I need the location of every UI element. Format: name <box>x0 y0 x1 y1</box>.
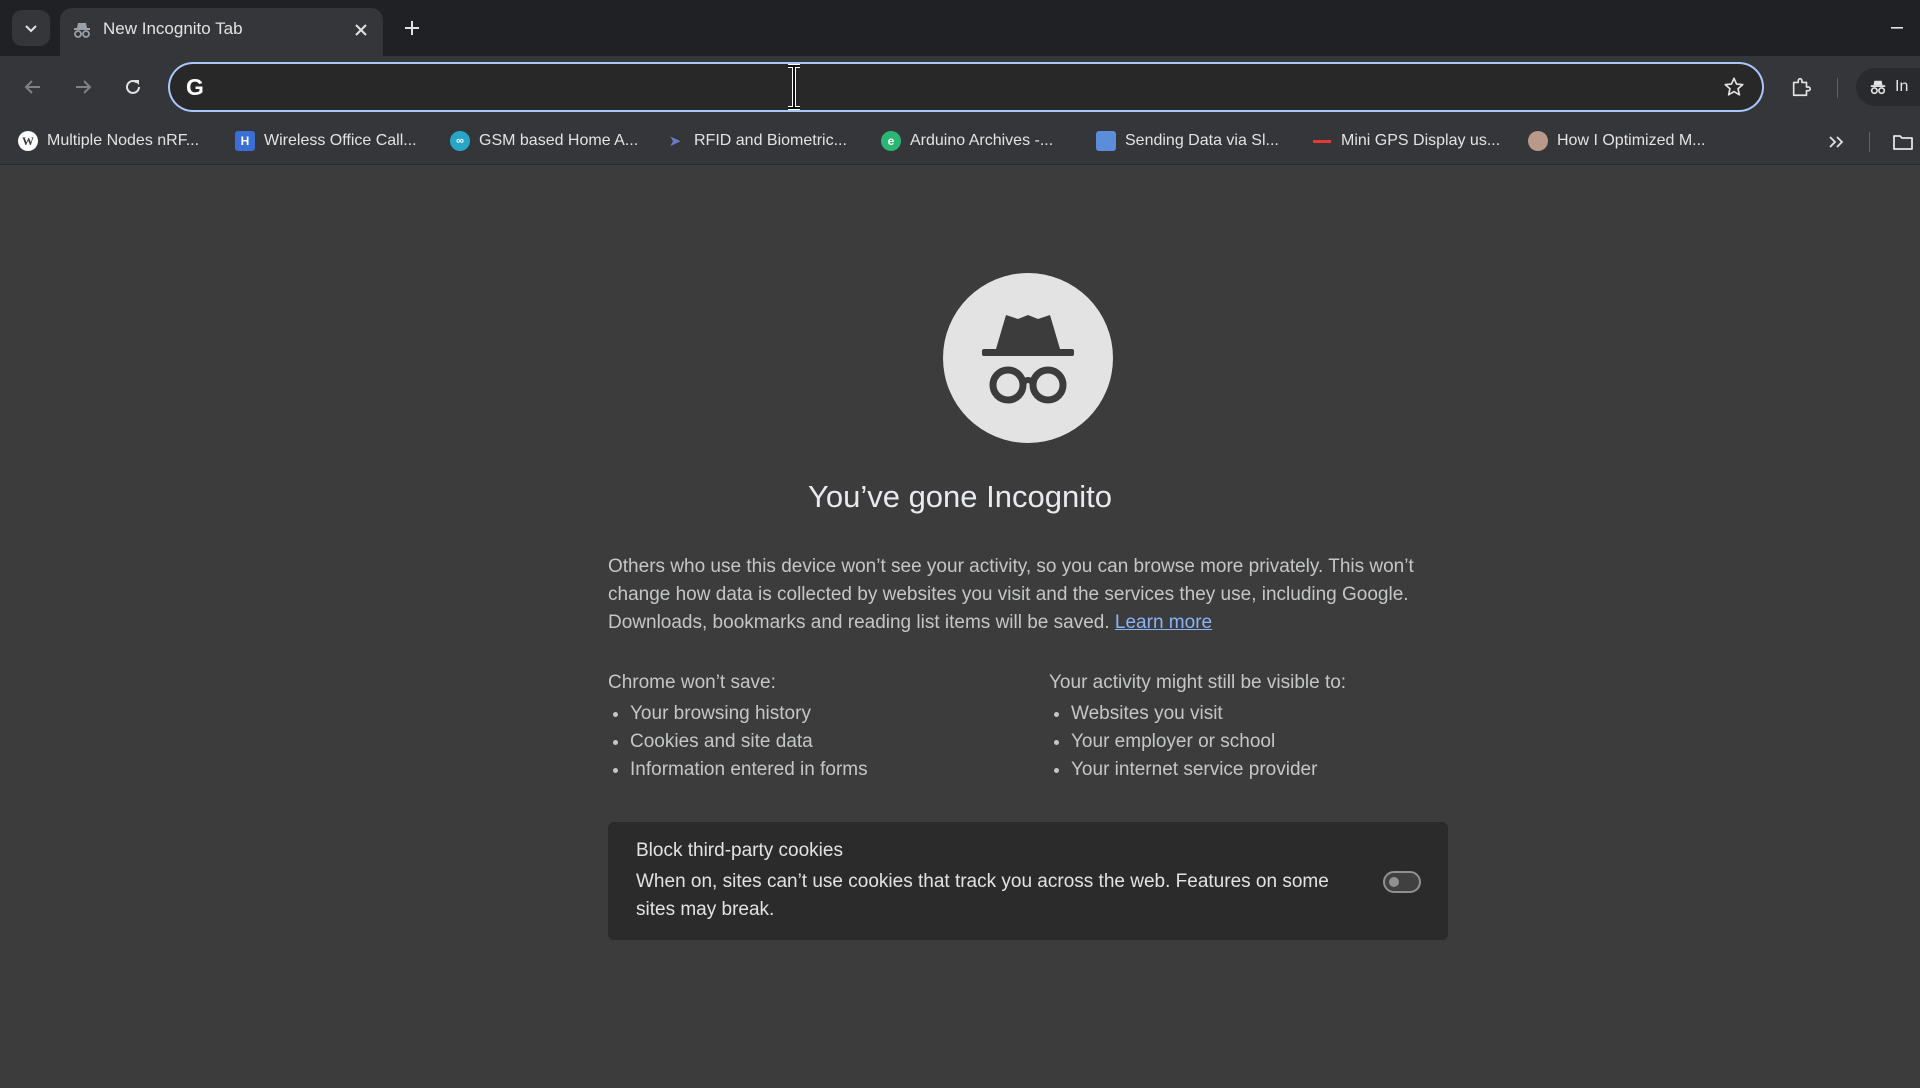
bookmark-star-button[interactable] <box>1720 73 1748 101</box>
bookmark-item[interactable]: Sending Data via Sl... <box>1096 128 1279 154</box>
cookies-title: Block third-party cookies <box>636 840 843 861</box>
chevron-down-icon <box>25 25 37 33</box>
bookmark-item[interactable]: e Arduino Archives -... <box>881 128 1053 154</box>
bookmark-label: RFID and Biometric... <box>694 132 847 149</box>
list-item: Your employer or school <box>1071 728 1479 756</box>
list-item: Your internet service provider <box>1071 756 1479 784</box>
tab-search-button[interactable] <box>12 10 50 46</box>
incognito-logo <box>943 273 1113 443</box>
incognito-icon <box>74 23 90 38</box>
arrow-left-icon <box>24 80 40 94</box>
double-chevron-right-icon <box>1829 136 1844 148</box>
section-title: Chrome won’t save: <box>608 672 776 693</box>
star-icon <box>1724 77 1744 96</box>
arrow-site-icon: ➤ <box>668 133 682 150</box>
minimize-icon <box>1891 27 1903 29</box>
bookmark-item[interactable]: ∞ GSM based Home A... <box>450 128 638 154</box>
address-bar[interactable]: G <box>170 64 1762 110</box>
cookies-description: When on, sites can’t use cookies that tr… <box>636 871 1329 920</box>
bookmark-label: Multiple Nodes nRF... <box>47 132 200 149</box>
list-item: Websites you visit <box>1071 700 1479 728</box>
reload-button[interactable] <box>116 70 150 104</box>
red-dash-site-icon <box>1312 131 1332 151</box>
bookmark-label: Wireless Office Call... <box>264 132 417 149</box>
new-tab-button[interactable] <box>398 14 426 42</box>
list-item: Your browsing history <box>630 700 1038 728</box>
bookmark-label: Mini GPS Display us... <box>1341 132 1501 149</box>
bookmark-item[interactable]: H Wireless Office Call... <box>235 128 417 154</box>
close-icon <box>355 24 367 36</box>
bookmark-label: Arduino Archives -... <box>910 132 1054 149</box>
visible-to-list: Websites you visit Your employer or scho… <box>1049 700 1479 784</box>
incognito-profile-button[interactable]: In <box>1856 68 1920 106</box>
activity-visible-section: Your activity might still be visible to:… <box>1049 672 1479 784</box>
list-item: Information entered in forms <box>630 756 1038 784</box>
incognito-description: Others who use this device won’t see you… <box>608 553 1448 637</box>
image-site-icon <box>1096 131 1116 151</box>
more-bookmarks-button[interactable] <box>1822 130 1850 154</box>
wont-save-list: Your browsing history Cookies and site d… <box>608 700 1038 784</box>
toolbar: G In <box>0 56 1920 118</box>
chrome-wont-save-section: Chrome won’t save: Your browsing history… <box>608 672 1038 784</box>
bookmark-label: Sending Data via Sl... <box>1125 132 1279 149</box>
wordpress-icon: W <box>18 131 38 151</box>
folder-icon <box>1893 135 1913 150</box>
avatar-site-icon <box>1528 131 1548 151</box>
tab-title: New Incognito Tab <box>103 19 243 38</box>
google-icon: G <box>186 73 204 100</box>
close-tab-button[interactable] <box>349 18 373 42</box>
list-item: Cookies and site data <box>630 728 1038 756</box>
incognito-page: You’ve gone Incognito Others who use thi… <box>0 165 1920 1088</box>
infinity-site-icon: ∞ <box>450 131 470 151</box>
incognito-icon <box>982 315 1074 404</box>
e-site-icon: e <box>881 131 901 151</box>
minimize-window-button[interactable] <box>1874 8 1920 48</box>
puzzle-icon <box>1792 77 1811 97</box>
third-party-cookies-card: Block third-party cookies When on, sites… <box>608 822 1448 940</box>
arrow-right-icon <box>76 80 92 94</box>
bookmark-label: GSM based Home A... <box>479 132 639 149</box>
bookmark-label: How I Optimized M... <box>1557 132 1706 149</box>
bookmark-item[interactable]: W Multiple Nodes nRF... <box>18 128 199 154</box>
reload-icon <box>126 79 140 94</box>
toggle-knob <box>1389 877 1399 887</box>
extensions-button[interactable] <box>1784 70 1818 104</box>
all-bookmarks-button[interactable] <box>1889 130 1917 154</box>
bookmarks-bar: W Multiple Nodes nRF... H Wireless Offic… <box>0 118 1920 165</box>
incognito-icon <box>1870 80 1886 95</box>
toolbar-divider <box>1837 78 1838 98</box>
tab-new-incognito[interactable]: New Incognito Tab <box>60 8 383 56</box>
profile-label: In <box>1895 78 1909 95</box>
bookmark-item[interactable]: Mini GPS Display us... <box>1312 128 1500 154</box>
page-title: You’ve gone Incognito <box>808 479 1112 514</box>
bookmarks-divider <box>1869 132 1870 152</box>
bookmark-item[interactable]: ➤ RFID and Biometric... <box>665 128 847 154</box>
intro-text: Others who use this device won’t see you… <box>608 556 1414 633</box>
plus-icon <box>405 21 419 35</box>
forward-button[interactable] <box>66 70 100 104</box>
learn-more-link[interactable]: Learn more <box>1115 612 1212 633</box>
text-cursor-icon <box>788 64 800 110</box>
back-button[interactable] <box>16 70 50 104</box>
bookmark-item[interactable]: How I Optimized M... <box>1528 128 1705 154</box>
tab-strip: New Incognito Tab <box>0 0 1920 56</box>
section-title: Your activity might still be visible to: <box>1049 672 1347 693</box>
omnibox-input[interactable] <box>218 70 1702 106</box>
block-cookies-toggle[interactable] <box>1383 871 1421 893</box>
h-site-icon: H <box>235 131 255 151</box>
